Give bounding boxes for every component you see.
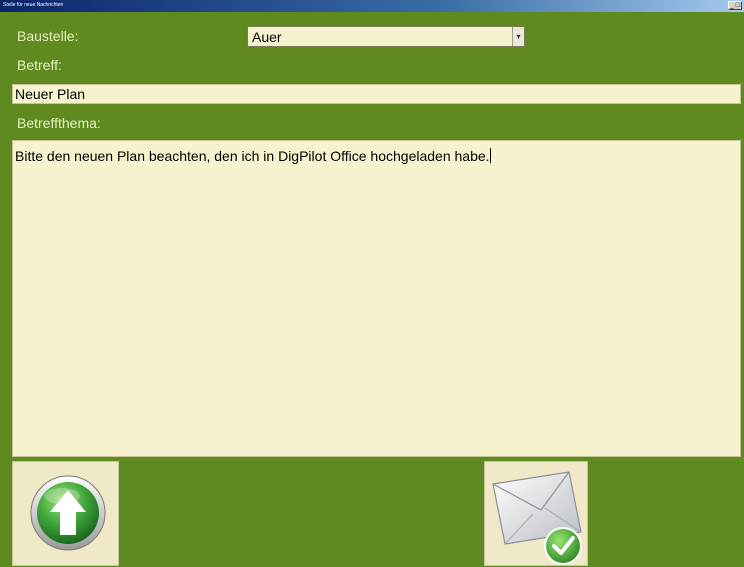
baustelle-label: Baustelle:	[17, 28, 79, 44]
window-titlebar: Stelle für neue Nachrichten _ □	[0, 0, 744, 12]
window-controls[interactable]: _ □	[728, 1, 742, 10]
mail-check-icon	[492, 471, 582, 565]
scroll-up-button[interactable]	[12, 461, 119, 566]
betreffthema-text: Bitte den neuen Plan beachten, den ich i…	[15, 148, 490, 164]
betreff-label: Betreff:	[17, 57, 62, 73]
send-message-button[interactable]	[484, 461, 588, 566]
chevron-down-icon[interactable]: ▾	[512, 27, 524, 46]
window-title: Stelle für neue Nachrichten	[3, 2, 64, 8]
betreff-input[interactable]: Neuer Plan	[12, 84, 741, 104]
text-caret	[489, 148, 491, 163]
betreffthema-textarea[interactable]: Bitte den neuen Plan beachten, den ich i…	[12, 140, 741, 457]
baustelle-select-value: Auer	[252, 29, 282, 45]
betreffthema-label: Betreffthema:	[17, 115, 101, 131]
arrow-up-icon	[30, 475, 106, 551]
baustelle-select[interactable]: Auer ▾	[247, 26, 525, 47]
